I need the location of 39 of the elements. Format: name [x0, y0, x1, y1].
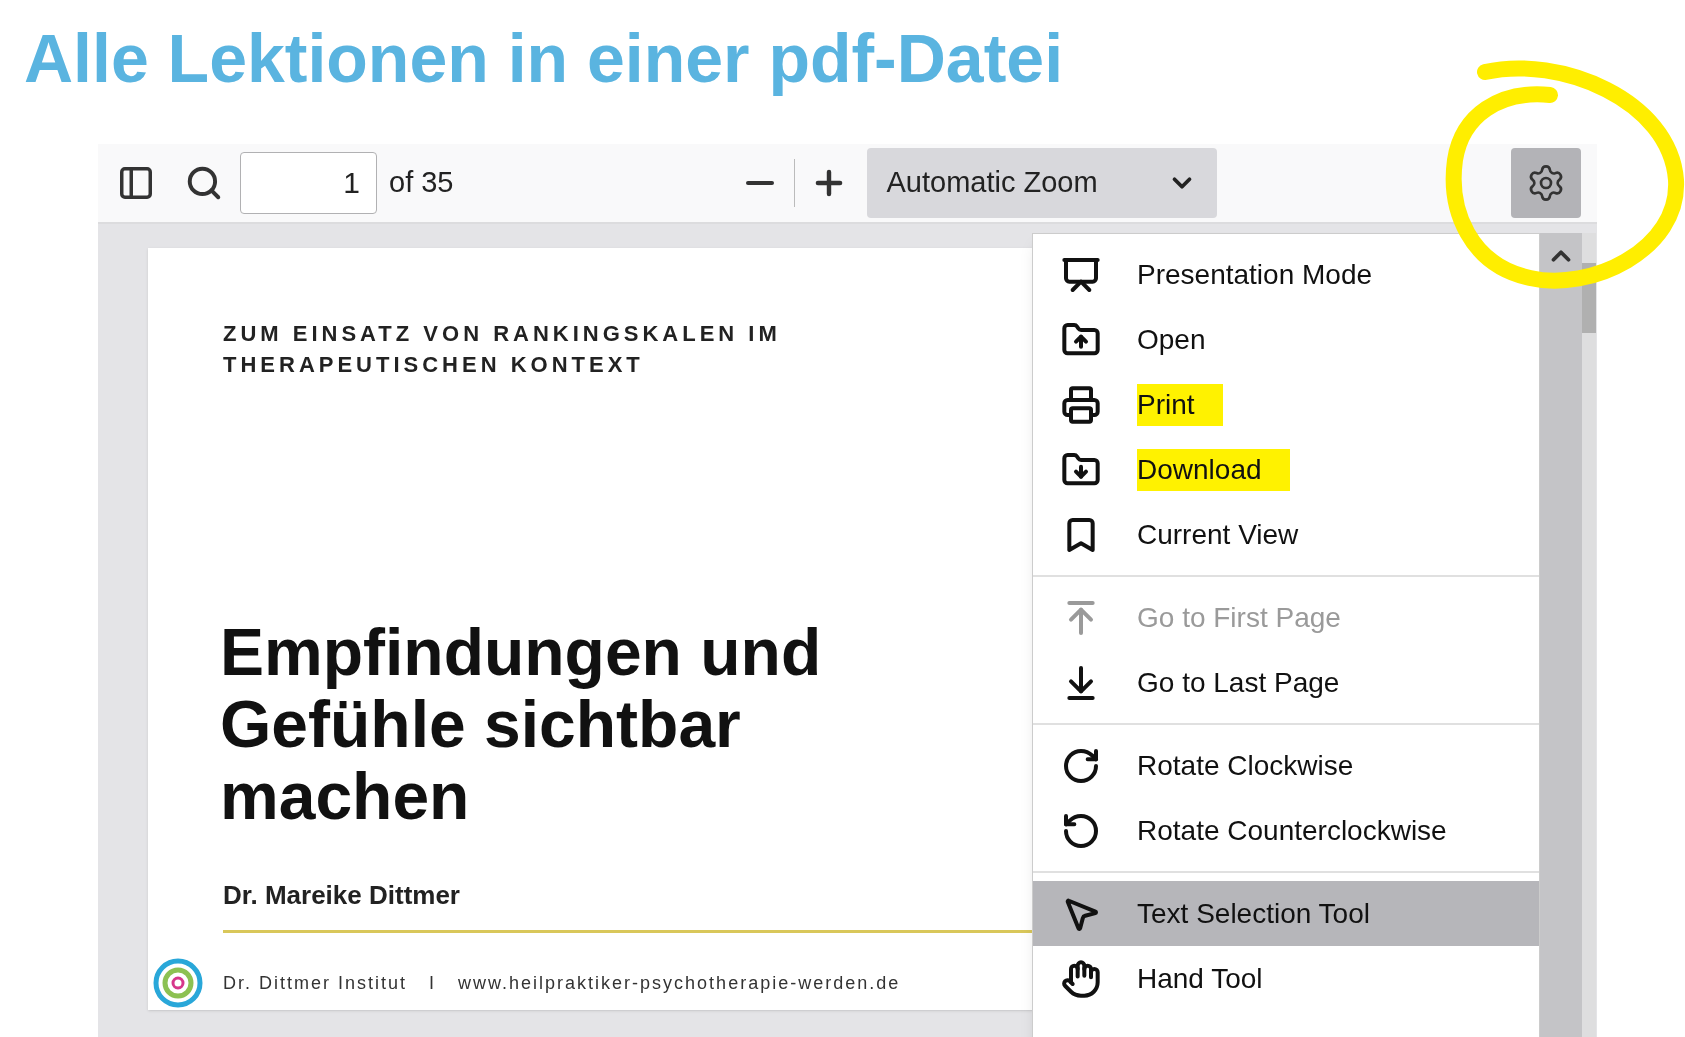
footer-separator: I: [429, 972, 437, 995]
page-heading: Alle Lektionen in einer pdf-Datei: [24, 19, 1064, 98]
menu-item-label: Go to First Page: [1137, 600, 1341, 635]
menu-item-label: Download: [1137, 448, 1290, 491]
menu-item-label: Rotate Counterclockwise: [1137, 813, 1447, 848]
hand-icon: [1061, 958, 1101, 999]
menu-item[interactable]: Rotate Clockwise: [1033, 733, 1539, 798]
document-title-line: Empfindungen und: [220, 616, 822, 688]
menu-item-label: Hand Tool: [1137, 961, 1263, 996]
footer-institute: Dr. Dittmer Institut: [223, 972, 408, 995]
menu-item[interactable]: Print: [1033, 372, 1539, 437]
menu-item[interactable]: Open: [1033, 307, 1539, 372]
page-number-field[interactable]: 1: [240, 152, 377, 214]
institute-logo-icon: [153, 958, 203, 1008]
document-header-line: THERAPEUTISCHEN KONTEXT: [223, 351, 645, 379]
settings-button[interactable]: [1511, 148, 1581, 218]
menu-item[interactable]: Download: [1033, 437, 1539, 502]
document-title-line: machen: [220, 760, 471, 832]
document-title-line: Gefühle sichtbar: [220, 688, 742, 760]
menu-item-label: Current View: [1137, 517, 1299, 552]
footer-url: www.heilpraktiker-psychotherapie-werden.de: [458, 972, 901, 995]
document-header-line: ZUM EINSATZ VON RANKINGSKALEN IM: [223, 320, 781, 348]
zoom-dropdown[interactable]: Automatic Zoom: [866, 148, 1217, 218]
menu-item[interactable]: Rotate Counterclockwise: [1033, 798, 1539, 863]
page-count: of 35: [389, 165, 454, 201]
minus-icon: [745, 181, 774, 185]
menu-item-label: Text Selection Tool: [1137, 896, 1370, 931]
menu-item-label: Print: [1137, 383, 1223, 426]
document-author: Dr. Mareike Dittmer: [223, 879, 460, 912]
menu-item[interactable]: Go to Last Page: [1033, 650, 1539, 715]
menu-item[interactable]: Current View: [1033, 502, 1539, 567]
menu-item-label: Rotate Clockwise: [1137, 748, 1354, 783]
menu-item-label: Open: [1137, 322, 1206, 357]
menu-item-label: Go to Last Page: [1137, 665, 1340, 700]
printer-icon: [1061, 384, 1101, 425]
menu-item-label: Presentation Mode: [1137, 257, 1373, 292]
menu-item[interactable]: Text Selection Tool: [1033, 881, 1539, 946]
menu-item[interactable]: Hand Tool: [1033, 946, 1539, 1011]
menu-item[interactable]: Presentation Mode: [1033, 242, 1539, 307]
